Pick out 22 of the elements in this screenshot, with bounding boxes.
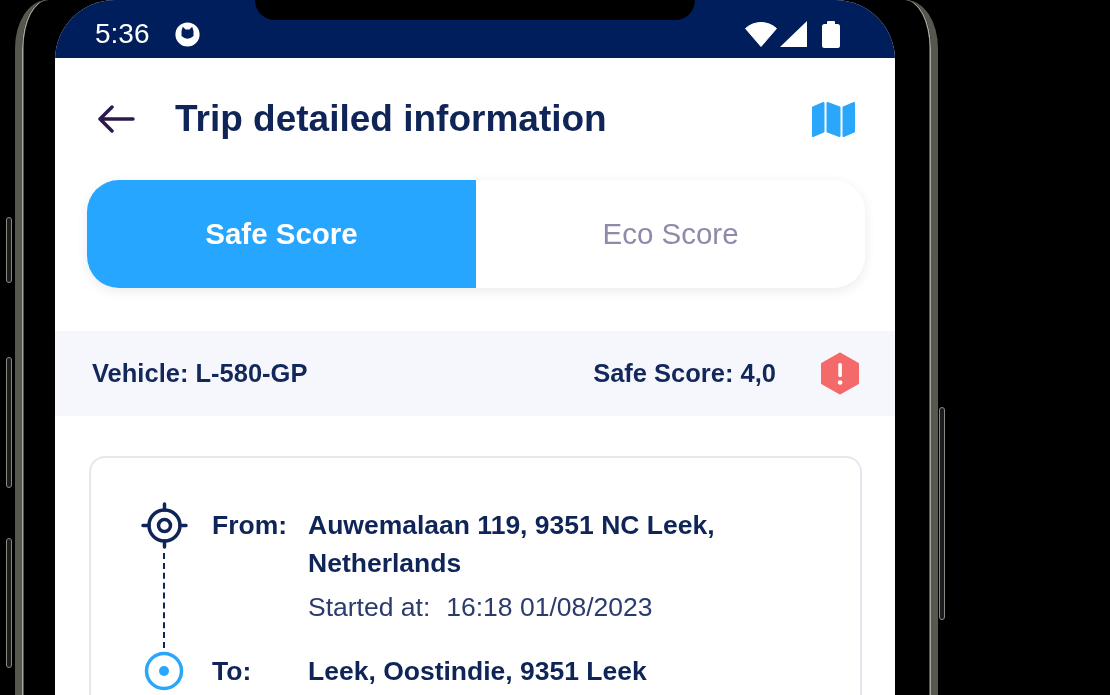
crosshair-icon [140, 502, 188, 549]
stop-address: Auwemalaan 119, 9351 NC Leek, Netherlands [308, 509, 716, 580]
signal-icon [780, 21, 807, 47]
ring-marker-icon [144, 651, 184, 691]
vehicle-label: Vehicle: L-580-GP [92, 358, 308, 390]
battery-icon [822, 20, 840, 48]
page-title: Trip detailed information [175, 96, 607, 141]
stop-label: From: [212, 509, 289, 542]
wifi-icon [745, 21, 777, 47]
phone-side-key [6, 217, 12, 283]
start-time-label: Started at: [308, 591, 431, 624]
score-tab[interactable]: Eco Score [476, 180, 865, 288]
safe-score-label: Safe Score: 4,0 [593, 358, 776, 390]
warning-hexagon-icon [820, 352, 860, 395]
stop-address: Leek, Oostindie, 9351 Leek [308, 655, 648, 688]
cat-face-icon [174, 21, 200, 47]
map-icon[interactable] [812, 101, 855, 137]
start-time-value: 16:18 01/08/2023 [446, 591, 653, 624]
back-arrow-icon[interactable] [97, 105, 135, 133]
score-tab[interactable]: Safe Score [87, 180, 476, 288]
status-time: 5:36 [95, 20, 150, 48]
stop-label: To: [212, 655, 253, 688]
